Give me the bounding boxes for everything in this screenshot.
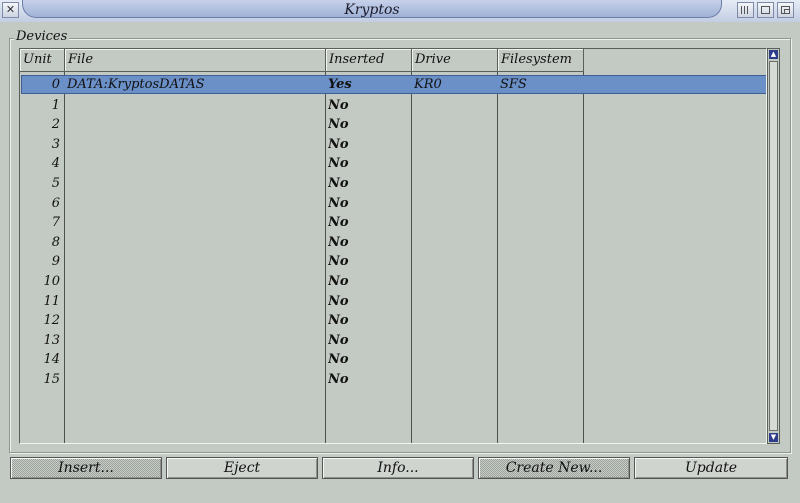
cell-unit: 7: [51, 215, 60, 231]
table-row[interactable]: 11 No: [22, 292, 766, 311]
cell-unit: 1: [51, 97, 60, 113]
cell-unit: 5: [51, 176, 60, 191]
cell-inserted: No: [328, 274, 349, 289]
scroll-thumb[interactable]: [769, 61, 778, 431]
scroll-up-icon[interactable]: ▲: [769, 50, 778, 59]
cell-inserted: No: [328, 313, 349, 329]
column-header-filesystem[interactable]: Filesystem: [498, 49, 584, 72]
close-icon[interactable]: ✕: [2, 2, 19, 18]
cell-unit: 8: [51, 234, 60, 250]
table-row[interactable]: 9 No: [22, 252, 766, 271]
cell-inserted: No: [328, 254, 349, 270]
cell-inserted: No: [328, 332, 349, 348]
cell-unit: 11: [43, 293, 60, 309]
zoom-icon[interactable]: [757, 2, 774, 18]
table-row[interactable]: 7 No: [22, 213, 766, 232]
kryptos-window: Kryptos ✕ Devices Unit File Inserted Dri…: [0, 0, 800, 503]
table-row[interactable]: 12 No: [22, 311, 766, 330]
cell-drive: KR0: [414, 77, 442, 92]
insert-button[interactable]: Insert...: [10, 457, 162, 479]
column-header-unit[interactable]: Unit: [20, 49, 65, 72]
title-bar[interactable]: Kryptos ✕: [0, 0, 800, 22]
cell-unit: 10: [43, 274, 60, 289]
cell-unit: 15: [43, 372, 60, 387]
table-row[interactable]: 6 No: [22, 194, 766, 213]
cell-unit: 14: [43, 352, 60, 368]
depth-icon[interactable]: [777, 2, 794, 18]
cell-inserted: No: [328, 195, 349, 211]
table-row[interactable]: 5 No: [22, 174, 766, 193]
table-row-selected[interactable]: 0 DATA:KryptosDATAS Yes KR0 SFS: [21, 75, 766, 94]
cell-file: DATA:KryptosDATAS: [67, 77, 205, 92]
table-row[interactable]: 10 No: [22, 272, 766, 291]
create-new-button[interactable]: Create New...: [478, 457, 630, 479]
cell-unit: 0: [51, 77, 60, 92]
column-header-inserted[interactable]: Inserted: [326, 49, 412, 72]
cell-unit: 6: [51, 195, 60, 211]
table-row[interactable]: 13 No: [22, 331, 766, 350]
cell-inserted: No: [328, 97, 349, 113]
table-row[interactable]: 1 No: [22, 96, 766, 115]
iconify-icon[interactable]: [737, 2, 754, 18]
cell-inserted: No: [328, 136, 349, 152]
table-row[interactable]: 2 No: [22, 115, 766, 134]
update-button[interactable]: Update: [634, 457, 788, 479]
table-row[interactable]: 3 No: [22, 135, 766, 154]
cell-unit: 13: [43, 332, 60, 348]
cell-inserted: Yes: [328, 77, 352, 92]
scroll-down-icon[interactable]: ▼: [769, 433, 778, 442]
cell-unit: 12: [43, 313, 60, 329]
cell-filesystem: SFS: [500, 77, 527, 92]
table-row[interactable]: 14 No: [22, 350, 766, 369]
cell-inserted: No: [328, 352, 349, 368]
list-scrollbar[interactable]: ▲ ▼: [767, 48, 780, 444]
info-button[interactable]: Info...: [322, 457, 474, 479]
cell-inserted: No: [328, 234, 349, 250]
cell-inserted: No: [328, 293, 349, 309]
column-header-drive[interactable]: Drive: [412, 49, 498, 72]
cell-unit: 4: [51, 156, 60, 172]
devices-group-label: Devices: [14, 29, 70, 44]
cell-unit: 2: [51, 117, 60, 133]
table-row[interactable]: 8 No: [22, 233, 766, 252]
column-header-file[interactable]: File: [65, 49, 326, 72]
cell-inserted: No: [328, 372, 349, 387]
table-row[interactable]: 15 No: [22, 370, 766, 389]
cell-inserted: No: [328, 156, 349, 172]
cell-inserted: No: [328, 215, 349, 231]
cell-unit: 3: [51, 136, 60, 152]
cell-unit: 9: [51, 254, 60, 270]
window-title: Kryptos: [344, 2, 400, 18]
cell-inserted: No: [328, 176, 349, 191]
table-row[interactable]: 4 No: [22, 154, 766, 173]
devices-list[interactable]: Unit File Inserted Drive Filesystem 0 DAT…: [19, 48, 767, 444]
eject-button[interactable]: Eject: [166, 457, 318, 479]
cell-inserted: No: [328, 117, 349, 133]
